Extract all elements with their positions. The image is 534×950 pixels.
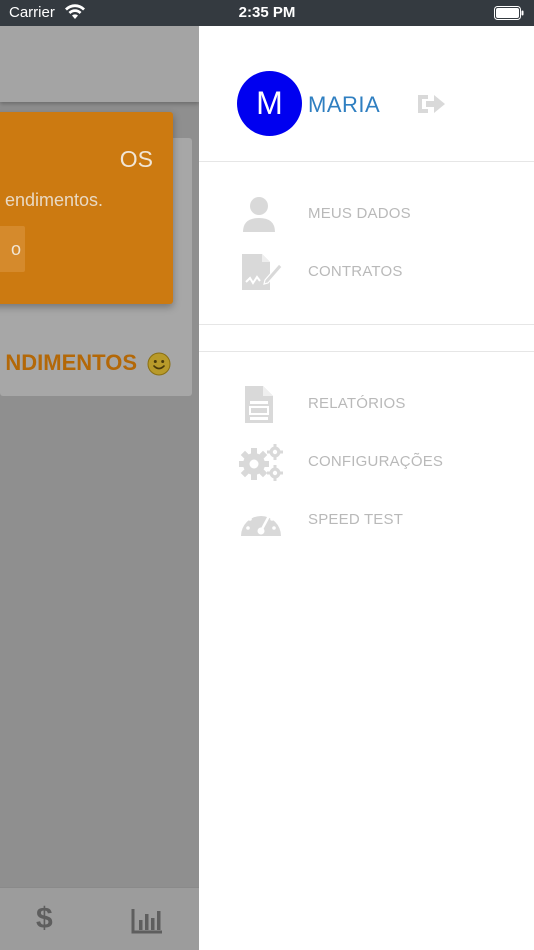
menu-item-label: CONFIGURAÇÕES bbox=[308, 453, 444, 470]
section-title: NDIMENTOS bbox=[5, 350, 137, 375]
battery-icon bbox=[494, 6, 524, 20]
user-name: MARIA bbox=[308, 92, 381, 117]
chart-icon[interactable] bbox=[131, 908, 163, 934]
report-document-icon bbox=[245, 386, 273, 423]
clock: 2:35 PM bbox=[238, 4, 296, 21]
menu-item-label: RELATÓRIOS bbox=[308, 395, 406, 412]
divider bbox=[199, 324, 534, 325]
promo-button-label: o bbox=[10, 238, 21, 259]
promo-text: endimentos. bbox=[4, 190, 103, 210]
smiley-icon bbox=[147, 352, 171, 376]
status-bar: Carrier 2:35 PM bbox=[0, 0, 534, 26]
divider bbox=[199, 161, 534, 162]
menu-item-speed-test[interactable]: SPEED TEST bbox=[199, 496, 534, 546]
logout-icon[interactable] bbox=[415, 92, 447, 116]
avatar-initial: M bbox=[256, 85, 283, 121]
menu-item-contratos[interactable]: CONTRATOS bbox=[199, 248, 534, 298]
person-icon bbox=[243, 197, 275, 232]
promo-title: OS bbox=[119, 146, 153, 172]
menu-item-label: CONTRATOS bbox=[308, 263, 403, 280]
avatar[interactable]: M bbox=[237, 71, 302, 136]
menu-item-label: MEUS DADOS bbox=[308, 205, 411, 222]
app-header bbox=[0, 26, 199, 102]
menu-item-configuracoes[interactable]: CONFIGURAÇÕES bbox=[199, 438, 534, 488]
dollar-icon[interactable]: $ bbox=[36, 902, 53, 936]
gears-icon bbox=[239, 444, 283, 481]
contract-signature-icon bbox=[242, 254, 283, 290]
menu-item-meus-dados[interactable]: MEUS DADOS bbox=[199, 190, 534, 240]
divider bbox=[199, 351, 534, 352]
promo-card: OS endimentos. o bbox=[0, 112, 173, 304]
promo-button[interactable]: o bbox=[0, 226, 25, 272]
background-app[interactable]: OS endimentos. o NDIMENTOS $ bbox=[0, 26, 199, 950]
bottom-nav: $ bbox=[0, 887, 199, 950]
menu-item-relatorios[interactable]: RELATÓRIOS bbox=[199, 380, 534, 430]
navigation-drawer: M MARIA MEUS DADOS CONTRATOS RELATÓRIOS … bbox=[199, 26, 534, 950]
menu-item-label: SPEED TEST bbox=[308, 511, 404, 528]
speedometer-icon bbox=[241, 511, 281, 536]
